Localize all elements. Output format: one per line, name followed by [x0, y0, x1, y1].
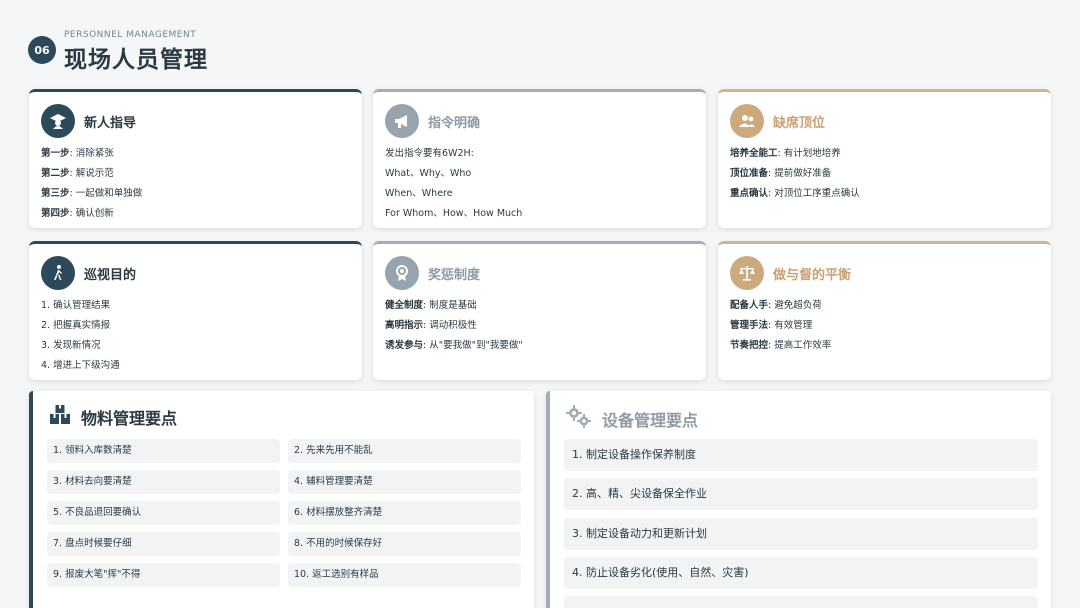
list-item: 1. 制定设备操作保养制度 [564, 439, 1038, 471]
card-title: 新人指导 [84, 115, 137, 131]
list-item: 8. 不用的时候保存好 [288, 532, 521, 556]
list-item [564, 596, 1038, 608]
card-line: 第一步: 消除紧张 [41, 148, 114, 159]
card-title: 奖惩制度 [428, 267, 481, 283]
card-line: 4. 增进上下级沟通 [41, 360, 120, 371]
list-item: 9. 报废大笔"挥"不得 [47, 563, 280, 587]
card-clear-instructions: 指令明确 发出指令要有6W2H: What、Why、Who When、Where… [373, 89, 706, 228]
list-item: 2. 高、精、尖设备保全作业 [564, 478, 1038, 510]
card-title: 做与督的平衡 [773, 267, 852, 283]
card-title: 指令明确 [428, 115, 481, 131]
graduate-icon [41, 104, 75, 138]
panel-title: 物料管理要点 [81, 409, 178, 428]
list-item: 3. 材料去向要清楚 [47, 470, 280, 494]
card-line: 配备人手: 避免超负荷 [730, 300, 822, 311]
card-line: 诱发参与: 从"要我做"到"我要做" [385, 340, 523, 351]
card-line: 顶位准备: 提前做好准备 [730, 168, 832, 179]
card-line: 培养全能工: 有计划地培养 [730, 148, 841, 159]
list-item: 2. 先来先用不能乱 [288, 439, 521, 463]
card-reward-penalty: 奖惩制度 健全制度: 制度是基础 高明指示: 调动积极性 诱发参与: 从"要我做… [373, 241, 706, 380]
card-line: 1. 确认管理结果 [41, 300, 111, 311]
card-newcomer-guidance: 新人指导 第一步: 消除紧张 第二步: 解说示范 第三步: 一起做和单独做 第四… [29, 89, 362, 228]
card-line: When、Where [385, 188, 453, 199]
gears-icon [566, 405, 592, 433]
card-line: 第三步: 一起做和单独做 [41, 188, 143, 199]
card-line: 重点确认: 对顶位工序重点确认 [730, 188, 860, 199]
card-line: 3. 发现新情况 [41, 340, 101, 351]
users-icon [730, 104, 764, 138]
award-icon [385, 256, 419, 290]
boxes-icon [49, 405, 71, 429]
card-line: 2. 把握真实情报 [41, 320, 111, 331]
panel-title: 设备管理要点 [602, 411, 699, 430]
materials-panel: 物料管理要点 1. 领料入库数清楚 2. 先来先用不能乱 3. 材料去向要清楚 … [29, 391, 534, 608]
list-item: 4. 防止设备劣化(使用、自然、灾害) [564, 557, 1038, 589]
card-lines: 1. 确认管理结果 2. 把握真实情报 3. 发现新情况 4. 增进上下级沟通 [41, 296, 350, 376]
card-title: 缺席顶位 [773, 115, 826, 131]
card-line: 节奏把控: 提高工作效率 [730, 340, 832, 351]
card-line: For Whom、How、How Much [385, 208, 523, 219]
card-do-supervise-balance: 做与督的平衡 配备人手: 避免超负荷 管理手法: 有效管理 节奏把控: 提高工作… [718, 241, 1051, 380]
page-title: 现场人员管理 [64, 47, 208, 73]
card-line: 第四步: 确认创新 [41, 208, 114, 219]
card-line: 管理手法: 有效管理 [730, 320, 813, 331]
list-item: 3. 制定设备动力和更新计划 [564, 518, 1038, 550]
card-line: What、Why、Who [385, 168, 472, 179]
page-subtitle: PERSONNEL MANAGEMENT [64, 30, 197, 40]
list-item: 10. 返工选别有样品 [288, 563, 521, 587]
list-item: 7. 盘点时候要仔细 [47, 532, 280, 556]
equipment-panel: 设备管理要点 1. 制定设备操作保养制度 2. 高、精、尖设备保全作业 3. 制… [546, 391, 1051, 608]
card-absence-cover: 缺席顶位 培养全能工: 有计划地培养 顶位准备: 提前做好准备 重点确认: 对顶… [718, 89, 1051, 228]
card-line: 健全制度: 制度是基础 [385, 300, 477, 311]
walking-icon [41, 256, 75, 290]
section-number-badge: 06 [28, 36, 56, 64]
card-lines: 培养全能工: 有计划地培养 顶位准备: 提前做好准备 重点确认: 对顶位工序重点… [730, 144, 1039, 204]
card-lines: 配备人手: 避免超负荷 管理手法: 有效管理 节奏把控: 提高工作效率 [730, 296, 1039, 356]
card-line: 高明指示: 调动积极性 [385, 320, 477, 331]
card-lines: 健全制度: 制度是基础 高明指示: 调动积极性 诱发参与: 从"要我做"到"我要… [385, 296, 694, 356]
card-line: 第二步: 解说示范 [41, 168, 114, 179]
list-item: 4. 辅料管理要清楚 [288, 470, 521, 494]
card-lines: 第一步: 消除紧张 第二步: 解说示范 第三步: 一起做和单独做 第四步: 确认… [41, 144, 350, 224]
balance-scale-icon [730, 256, 764, 290]
list-item: 5. 不良品退回要确认 [47, 501, 280, 525]
card-title: 巡视目的 [84, 267, 137, 283]
card-lines: 发出指令要有6W2H: What、Why、Who When、Where For … [385, 144, 694, 224]
card-line: 发出指令要有6W2H: [385, 148, 474, 159]
card-patrol-purpose: 巡视目的 1. 确认管理结果 2. 把握真实情报 3. 发现新情况 4. 增进上… [29, 241, 362, 380]
list-item: 1. 领料入库数清楚 [47, 439, 280, 463]
megaphone-icon [385, 104, 419, 138]
list-item: 6. 材料摆放整齐清楚 [288, 501, 521, 525]
